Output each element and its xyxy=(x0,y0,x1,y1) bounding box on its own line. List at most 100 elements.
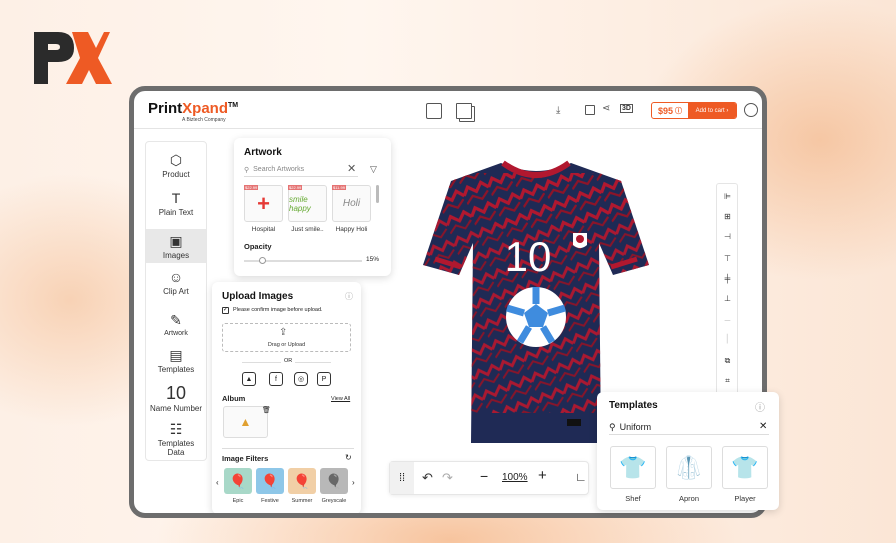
upload-title: Upload Images xyxy=(222,291,294,302)
info-icon: ⓘ xyxy=(675,107,683,115)
nav-templates-data[interactable]: ☷ Templates Data xyxy=(146,421,206,457)
template-shef[interactable]: 👕 xyxy=(610,446,656,489)
template-apron[interactable]: 🥼 xyxy=(666,446,712,489)
filter-greyscale[interactable]: 🎈 xyxy=(320,468,348,494)
nav-templates[interactable]: ▤ Templates xyxy=(146,347,206,374)
align-center-icon[interactable]: ⊞ xyxy=(722,212,733,222)
crop-icon[interactable]: ⌗ xyxy=(722,376,733,386)
align-left-icon[interactable]: ⊫ xyxy=(722,192,733,202)
templates-data-icon: ☷ xyxy=(169,421,183,437)
search-icon: ⚲ xyxy=(244,166,250,174)
zoom-out-icon[interactable]: − xyxy=(480,468,488,484)
artwork-happy-holi[interactable]: Holi xyxy=(332,185,371,222)
brand-name: PrintXpandTM xyxy=(148,100,239,117)
nav-plain-text[interactable]: T Plain Text xyxy=(146,190,206,217)
nav-name-number[interactable]: 10 Name Number xyxy=(146,384,206,413)
add-to-cart-button[interactable]: $95 ⓘ Add to cart › xyxy=(651,102,737,119)
nav-clip-art[interactable]: ☺ Clip Art xyxy=(146,269,206,296)
align-top-icon[interactable]: ⊤ xyxy=(722,254,733,264)
price-value: $95 xyxy=(657,105,674,116)
filter-label: Festive xyxy=(261,498,279,504)
scrollbar[interactable] xyxy=(376,185,379,203)
filter-icon[interactable]: ▽ xyxy=(370,164,377,175)
divider xyxy=(222,448,354,449)
zoom-in-icon[interactable]: + xyxy=(538,467,547,484)
chevron-right-icon[interactable]: › xyxy=(352,478,355,487)
help-icon[interactable]: ⓘ xyxy=(755,399,765,414)
ruler-icon[interactable]: ∟ xyxy=(575,470,587,484)
or-label: OR xyxy=(281,358,296,364)
share-icon[interactable]: ⋖ xyxy=(602,103,610,114)
nav-artwork[interactable]: ✎ Artwork xyxy=(146,312,206,337)
artwork-search-input[interactable]: ⚲ Search Artworks xyxy=(244,163,358,177)
brand-tagline: A Biztech Company xyxy=(182,117,226,123)
instagram-icon[interactable]: ◎ xyxy=(294,372,308,386)
drop-zone[interactable]: ⇪ Drag or Upload xyxy=(222,323,351,352)
zoom-value[interactable]: 100% xyxy=(502,472,528,483)
drag-handle-icon[interactable]: ⁞⁞ xyxy=(390,462,414,494)
price-tag: $11.99 xyxy=(332,185,346,190)
trash-icon[interactable]: 🗑 xyxy=(262,406,271,414)
duplicate-icon[interactable] xyxy=(456,103,472,119)
distribute-v-icon[interactable]: │ xyxy=(722,334,733,344)
align-bottom-icon[interactable]: ⊥ xyxy=(722,294,733,304)
opacity-label: Opacity xyxy=(244,242,272,251)
pinterest-icon[interactable]: P xyxy=(317,372,331,386)
artwork-label: Happy Holi xyxy=(335,226,368,233)
add-to-cart-label: Add to cart xyxy=(695,107,725,114)
artwork-label: Just smile.. xyxy=(291,226,324,233)
redo-icon[interactable]: ↷ xyxy=(442,470,453,486)
chevron-left-icon[interactable]: ‹ xyxy=(216,478,219,487)
filter-label: Greyscale xyxy=(321,498,347,504)
confirm-checkbox[interactable]: ✓ xyxy=(222,307,229,314)
image-icon: ▣ xyxy=(169,233,183,249)
facebook-icon[interactable]: f xyxy=(269,372,283,386)
filters-title: Image Filters xyxy=(222,454,269,463)
confirm-text: Please confirm image before upload. xyxy=(233,307,323,313)
3d-view-icon[interactable]: 3D xyxy=(620,104,633,113)
image-preview-icon[interactable] xyxy=(585,105,595,115)
opacity-slider-knob[interactable] xyxy=(258,257,266,264)
brush-icon: ✎ xyxy=(170,312,182,328)
help-icon[interactable]: ⓘ xyxy=(345,291,353,302)
px-logo xyxy=(34,32,112,84)
artwork-just-smile[interactable]: smile happy xyxy=(288,185,327,222)
gallery-icon[interactable]: ▲ xyxy=(242,372,256,386)
clear-search-icon[interactable]: ✕ xyxy=(759,421,767,432)
templates-search-input[interactable]: ⚲ Uniform xyxy=(609,420,769,435)
filter-festive[interactable]: 🎈 xyxy=(256,468,284,494)
filter-label: Summer xyxy=(291,498,313,504)
nav-images[interactable]: ▣ Images xyxy=(146,229,206,263)
align-middle-icon[interactable]: ╪ xyxy=(722,274,733,284)
price-tag: $22.99 xyxy=(288,185,303,190)
templates-icon: ▤ xyxy=(169,347,183,363)
artwork-panel: Artwork ⚲ Search Artworks ✕ ▽ + smile hap… xyxy=(234,138,391,276)
upload-images-panel: Upload Images ⓘ ✓ Please confirm image b… xyxy=(212,282,361,513)
align-right-icon[interactable]: ⊣ xyxy=(722,232,733,242)
cube-icon: ⬡ xyxy=(169,152,183,168)
undo-icon[interactable]: ↶ xyxy=(422,470,433,486)
layers-icon[interactable] xyxy=(426,103,442,119)
close-icon[interactable]: ✕ xyxy=(347,162,356,175)
artwork-title: Artwork xyxy=(244,147,282,158)
download-icon[interactable]: ⤓ xyxy=(556,105,560,116)
artwork-hospital[interactable]: + xyxy=(244,185,283,222)
filter-summer[interactable]: 🎈 xyxy=(288,468,316,494)
price-tag: $22.99 xyxy=(244,185,259,190)
copy-icon[interactable]: ⧉ xyxy=(722,356,733,366)
nav-product[interactable]: ⬡ Product xyxy=(146,152,206,179)
jersey-number: 10 xyxy=(505,233,552,280)
album-title: Album xyxy=(222,394,246,403)
template-player[interactable]: 👕 xyxy=(722,446,768,489)
filter-label: Epic xyxy=(232,498,244,504)
opacity-value: 15% xyxy=(366,256,380,263)
user-icon[interactable] xyxy=(744,103,758,117)
left-nav: ⬡ Product T Plain Text ▣ Images ☺ Clip Art ✎… xyxy=(145,141,207,461)
view-all-link[interactable]: View All xyxy=(331,396,350,402)
refresh-icon[interactable]: ↻ xyxy=(345,453,352,462)
drop-label: Drag or Upload xyxy=(267,342,306,348)
smiley-icon: ☺ xyxy=(168,269,184,285)
artwork-label: Hospital xyxy=(251,226,276,233)
filter-epic[interactable]: 🎈 xyxy=(224,468,252,494)
distribute-h-icon[interactable]: ─ xyxy=(722,316,733,326)
